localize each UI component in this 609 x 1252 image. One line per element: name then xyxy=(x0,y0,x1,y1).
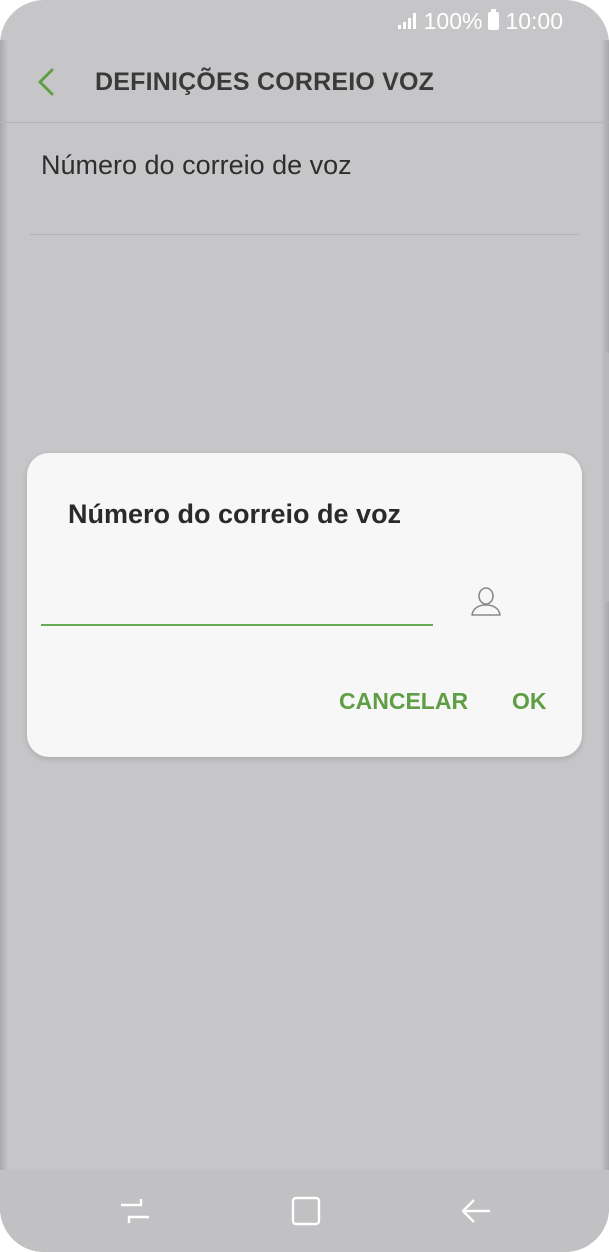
home-icon xyxy=(291,1196,321,1226)
voicemail-number-input[interactable] xyxy=(41,578,433,626)
divider xyxy=(30,234,579,235)
voicemail-number-setting[interactable]: Número do correio de voz xyxy=(0,122,609,235)
phone-screen: 100% 10:00 DEFINIÇÕES CORREIO VOZ Número… xyxy=(0,0,609,1252)
ok-button[interactable]: OK xyxy=(512,688,547,715)
back-nav-button[interactable] xyxy=(456,1191,496,1231)
back-arrow-icon xyxy=(461,1199,490,1223)
navigation-bar xyxy=(0,1170,609,1252)
page-title: DEFINIÇÕES CORREIO VOZ xyxy=(95,68,435,96)
setting-label: Número do correio de voz xyxy=(41,150,352,180)
home-button[interactable] xyxy=(286,1191,326,1231)
status-bar: 100% 10:00 xyxy=(0,0,609,42)
recent-apps-button[interactable] xyxy=(115,1191,155,1231)
recent-apps-icon xyxy=(121,1199,149,1223)
cancel-button[interactable]: CANCELAR xyxy=(339,688,468,715)
clock: 10:00 xyxy=(505,7,563,34)
app-bar: DEFINIÇÕES CORREIO VOZ xyxy=(0,42,609,123)
back-button[interactable] xyxy=(30,64,66,100)
battery-icon xyxy=(488,9,500,30)
signal-icon xyxy=(397,13,416,29)
contact-person-icon xyxy=(471,587,501,616)
battery-percent: 100% xyxy=(423,7,483,34)
edge-panel-handle[interactable] xyxy=(605,352,609,602)
contact-picker-button[interactable] xyxy=(469,584,503,618)
dialog-title: Número do correio de voz xyxy=(68,499,402,529)
chevron-left-icon xyxy=(38,68,54,96)
